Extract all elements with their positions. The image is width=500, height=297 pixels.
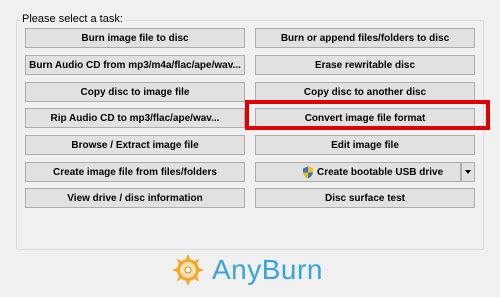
app-logo: AnyBurn — [172, 253, 323, 287]
app-name: AnyBurn — [212, 254, 323, 285]
view-drive-button[interactable]: View drive / disc information — [25, 188, 245, 208]
burn-audio-button[interactable]: Burn Audio CD from mp3/m4a/flac/ape/wav.… — [25, 55, 245, 75]
copy-to-disc-button[interactable]: Copy disc to another disc — [255, 82, 475, 102]
create-image-button[interactable]: Create image file from files/folders — [25, 162, 245, 182]
uac-shield-icon — [303, 166, 313, 178]
erase-disc-button[interactable]: Erase rewritable disc — [255, 55, 475, 75]
anyburn-disc-icon — [172, 254, 204, 286]
create-usb-button[interactable]: Create bootable USB drive — [255, 162, 461, 182]
browse-extract-button[interactable]: Browse / Extract image file — [25, 135, 245, 155]
burn-append-button[interactable]: Burn or append files/folders to disc — [255, 28, 475, 48]
create-usb-label: Create bootable USB drive — [317, 166, 444, 178]
highlight-box — [245, 100, 490, 130]
rip-audio-button[interactable]: Rip Audio CD to mp3/flac/ape/wav... — [25, 108, 245, 128]
usb-options-dropdown[interactable] — [461, 162, 475, 182]
edit-image-button[interactable]: Edit image file — [255, 135, 475, 155]
copy-to-image-button[interactable]: Copy disc to image file — [25, 82, 245, 102]
burn-image-button[interactable]: Burn image file to disc — [25, 28, 245, 48]
surface-test-button[interactable]: Disc surface test — [255, 188, 475, 208]
chevron-down-icon — [465, 170, 471, 174]
task-group-label: Please select a task: — [20, 13, 125, 25]
